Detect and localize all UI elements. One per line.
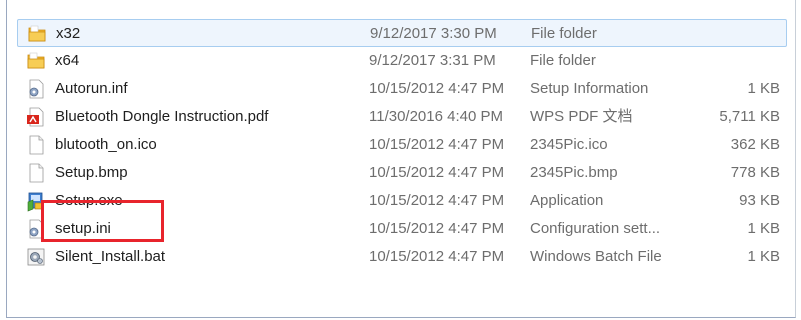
file-type: WPS PDF 文档 [530,108,633,125]
file-date: 10/15/2012 4:47 PM [369,248,505,265]
file-type: File folder [531,25,597,42]
file-type: File folder [530,52,596,69]
file-name: x64 [55,52,80,69]
blank-file-icon [25,134,47,156]
settings-file-icon [25,218,47,240]
file-size [685,47,780,75]
file-size [686,20,781,48]
file-name: Setup.exe [55,192,123,209]
file-name: Setup.bmp [55,164,128,181]
file-size: 5,711 KB [719,108,780,125]
blank-file-icon [25,162,47,184]
file-size: 778 KB [730,164,780,181]
file-row-x32[interactable]: x32 9/12/2017 3:30 PM File folder [17,19,787,47]
file-row-x64[interactable]: x64 9/12/2017 3:31 PM File folder [17,47,787,75]
file-size: 93 KB [739,192,780,209]
file-type: Configuration sett... [530,220,661,237]
file-name: setup.ini [55,220,111,237]
file-list: x32 9/12/2017 3:30 PM File folder x64 9/… [17,19,787,271]
file-type: 2345Pic.ico [530,136,608,153]
installer-app-icon [25,190,47,212]
file-row-setup-ini[interactable]: setup.ini 10/15/2012 4:47 PM Configurati… [17,215,787,243]
file-date: 9/12/2017 3:30 PM [370,25,497,42]
file-type: 2345Pic.bmp [530,164,618,181]
file-date: 11/30/2016 4:40 PM [369,108,503,125]
file-date: 10/15/2012 4:47 PM [369,220,505,237]
folder-icon [25,50,47,72]
file-size: 1 KB [747,220,780,237]
folder-icon [26,23,48,45]
settings-file-icon [25,78,47,100]
file-size: 362 KB [730,136,780,153]
file-date: 10/15/2012 4:47 PM [369,136,505,153]
file-row-bluetooth-pdf[interactable]: Bluetooth Dongle Instruction.pdf 11/30/2… [17,103,787,131]
file-name: Bluetooth Dongle Instruction.pdf [55,108,269,125]
file-type: Application [530,192,604,209]
pdf-file-icon [25,106,47,128]
file-size: 1 KB [747,248,780,265]
batch-file-icon [25,246,47,268]
file-date: 10/15/2012 4:47 PM [369,192,505,209]
file-row-blutooth-ico[interactable]: blutooth_on.ico 10/15/2012 4:47 PM 2345P… [17,131,787,159]
file-row-silent-install-bat[interactable]: Silent_Install.bat 10/15/2012 4:47 PM Wi… [17,243,787,271]
file-name: Autorun.inf [55,80,128,97]
file-row-autorun-inf[interactable]: Autorun.inf 10/15/2012 4:47 PM Setup Inf… [17,75,787,103]
file-date: 10/15/2012 4:47 PM [369,80,505,97]
file-date: 10/15/2012 4:47 PM [369,164,505,181]
explorer-file-pane: x32 9/12/2017 3:30 PM File folder x64 9/… [6,0,796,318]
file-type: Setup Information [530,80,649,97]
file-date: 9/12/2017 3:31 PM [369,52,496,69]
file-name: x32 [56,25,81,42]
file-name: Silent_Install.bat [55,248,166,265]
file-row-setup-exe[interactable]: Setup.exe 10/15/2012 4:47 PM Application… [17,187,787,215]
file-size: 1 KB [747,80,780,97]
file-type: Windows Batch File [530,248,662,265]
file-name: blutooth_on.ico [55,136,157,153]
file-row-setup-bmp[interactable]: Setup.bmp 10/15/2012 4:47 PM 2345Pic.bmp… [17,159,787,187]
